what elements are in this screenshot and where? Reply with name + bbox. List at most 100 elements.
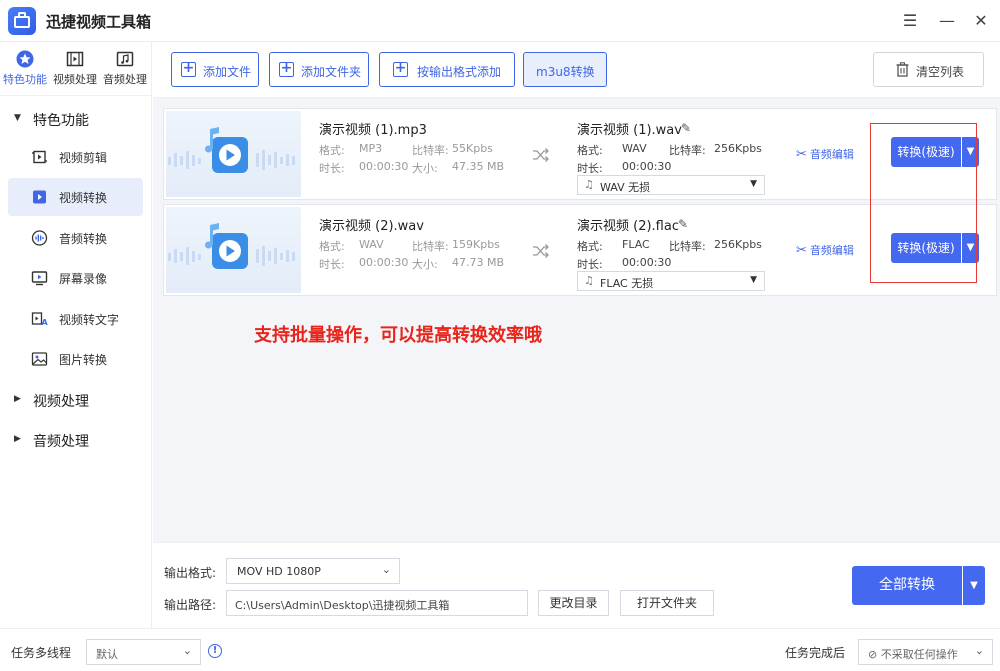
output-file-name: 演示视频 (2).flac [577,219,679,234]
format-value: WAV [359,238,384,251]
add-by-format-button[interactable]: + 按输出格式添加 [379,52,515,87]
output-format-select[interactable]: ♫ FLAC 无损 ▼ [577,271,765,291]
group-video-processing[interactable]: ▶ 视频处理 [0,385,152,415]
convert-button[interactable]: 转换(极速) [891,233,961,263]
format-label: 格式: [319,144,345,157]
topnav-label: 视频处理 [53,73,97,86]
app-logo-icon [8,7,36,35]
convert-all-button[interactable]: 全部转换 [852,566,962,605]
multithread-label: 任务多线程 [11,646,72,660]
convert-button[interactable]: 转换(极速) [891,137,961,167]
button-label: 按输出格式添加 [417,65,502,79]
button-label: 音频编辑 [809,244,854,257]
annotation-text: 支持批量操作，可以提高转换效率哦 [254,325,542,346]
menu-icon[interactable]: ☰ [899,10,921,32]
info-icon[interactable]: ! [208,644,222,658]
topnav-label: 特色功能 [3,73,47,86]
file-row: 演示视频 (1).mp3 格式: MP3 比特率: 55Kpbs 时长: 00:… [163,108,997,200]
edit-name-icon[interactable]: ✎ [678,217,688,231]
title-bar: 迅捷视频工具箱 ☰ — ✕ [0,0,1000,42]
button-label: 添加文件夹 [301,65,362,79]
bitrate-label: 比特率: [412,144,449,157]
shuffle-icon [533,244,549,258]
format-value: WAV [622,142,647,155]
m3u8-convert-button[interactable]: m3u8转换 [523,52,607,87]
duration-label: 时长: [577,162,603,175]
sidebar-item-video-to-text[interactable]: A 视频转文字 [8,300,143,338]
select-value: ⊘ 不采取任何操作 [868,646,958,662]
size-label: 大小: [412,162,438,175]
after-task-select[interactable]: ⊘ 不采取任何操作 ⌄ [858,639,993,665]
sidebar-item-audio-convert[interactable]: 音频转换 [8,219,143,257]
format-value: FLAC [622,238,650,251]
topnav-audio[interactable]: 音频处理 [100,50,150,90]
duration-value: 00:00:30 [622,256,672,269]
sidebar-item-image-convert[interactable]: 图片转换 [8,340,143,378]
select-value: WAV 无损 [600,181,651,194]
add-icon: + [393,60,408,77]
format-label: 格式: [319,240,345,253]
group-audio-processing[interactable]: ▶ 音频处理 [0,425,152,455]
bitrate-label: 比特率: [669,144,706,157]
topnav-video[interactable]: 视频处理 [50,50,100,90]
size-value: 47.73 MB [452,256,505,269]
source-file-name: 演示视频 (2).wav [319,219,424,234]
bitrate-label: 比特率: [669,240,706,253]
output-format-label: 输出格式: [164,566,217,580]
select-value: FLAC 无损 [600,277,654,290]
add-folder-button[interactable]: + 添加文件夹 [269,52,369,87]
change-dir-button[interactable]: 更改目录 [538,590,609,616]
topnav-label: 音频处理 [103,73,147,86]
clear-list-button[interactable]: 清空列表 [873,52,984,87]
output-format-select[interactable]: ♫ WAV 无损 ▼ [577,175,765,195]
topnav-featured[interactable]: 特色功能 [0,50,50,90]
bitrate-value: 55Kpbs [452,142,493,155]
convert-all-dropdown-button[interactable]: ▼ [963,566,985,605]
dropdown-arrow-icon: ▼ [750,179,757,189]
path-value: C:\Users\Admin\Desktop\迅捷视频工具箱 [235,599,450,612]
minimize-icon[interactable]: — [936,10,958,32]
left-panel: 特色功能 视频处理 音频处理 ▼ 特色功能 视频剪辑 视频转换 音频转换 屏幕录… [0,42,152,628]
scissors-icon: ✂ [796,243,807,258]
music-icon [116,51,134,67]
format-label: 格式: [577,144,603,157]
convert-dropdown-button[interactable]: ▼ [962,233,979,263]
dropdown-arrow-icon: ▼ [750,275,757,285]
sidebar-item-label: 视频转换 [59,191,108,205]
open-folder-button[interactable]: 打开文件夹 [620,590,714,616]
add-icon: + [279,60,294,77]
audio-edit-button[interactable]: ✂ 音频编辑 [796,242,854,258]
duration-value: 00:00:30 [622,160,672,173]
close-icon[interactable]: ✕ [970,10,992,32]
duration-label: 时长: [577,258,603,271]
add-file-button[interactable]: + 添加文件 [171,52,259,87]
edit-name-icon[interactable]: ✎ [681,121,691,135]
audio-edit-button[interactable]: ✂ 音频编辑 [796,146,854,162]
screen-record-icon [31,271,48,286]
select-value: 默认 [96,648,118,661]
video-to-text-icon: A [31,312,48,327]
duration-label: 时长: [319,162,345,175]
multithread-select[interactable]: 默认 ⌄ [86,639,201,665]
sidebar-item-video-edit[interactable]: 视频剪辑 [8,138,143,176]
main-area: + 添加文件 + 添加文件夹 + 按输出格式添加 m3u8转换 清空列表 演示视… [153,42,1000,542]
top-nav: 特色功能 视频处理 音频处理 [0,42,152,96]
video-convert-icon [33,190,46,204]
after-task-label: 任务完成后 [785,646,846,660]
sidebar-item-video-convert[interactable]: 视频转换 [8,178,143,216]
app-title: 迅捷视频工具箱 [46,13,152,31]
chevron-down-icon: ⌄ [182,644,192,657]
convert-dropdown-button[interactable]: ▼ [962,137,979,167]
group-featured[interactable]: ▼ 特色功能 [0,104,152,134]
shuffle-icon [533,148,549,162]
collapsed-arrow-icon: ▶ [14,394,21,404]
select-value: MOV HD 1080P [237,565,321,578]
output-format-select[interactable]: MOV HD 1080P ⌄ [226,558,400,584]
add-icon: + [181,60,196,77]
music-note-small-icon: ♫ [584,178,594,191]
image-icon [31,352,48,366]
music-note-icon [205,127,248,173]
sidebar-item-screen-record[interactable]: 屏幕录像 [8,259,143,297]
output-path-field[interactable]: C:\Users\Admin\Desktop\迅捷视频工具箱 [226,590,528,616]
scissors-icon: ✂ [796,147,807,162]
